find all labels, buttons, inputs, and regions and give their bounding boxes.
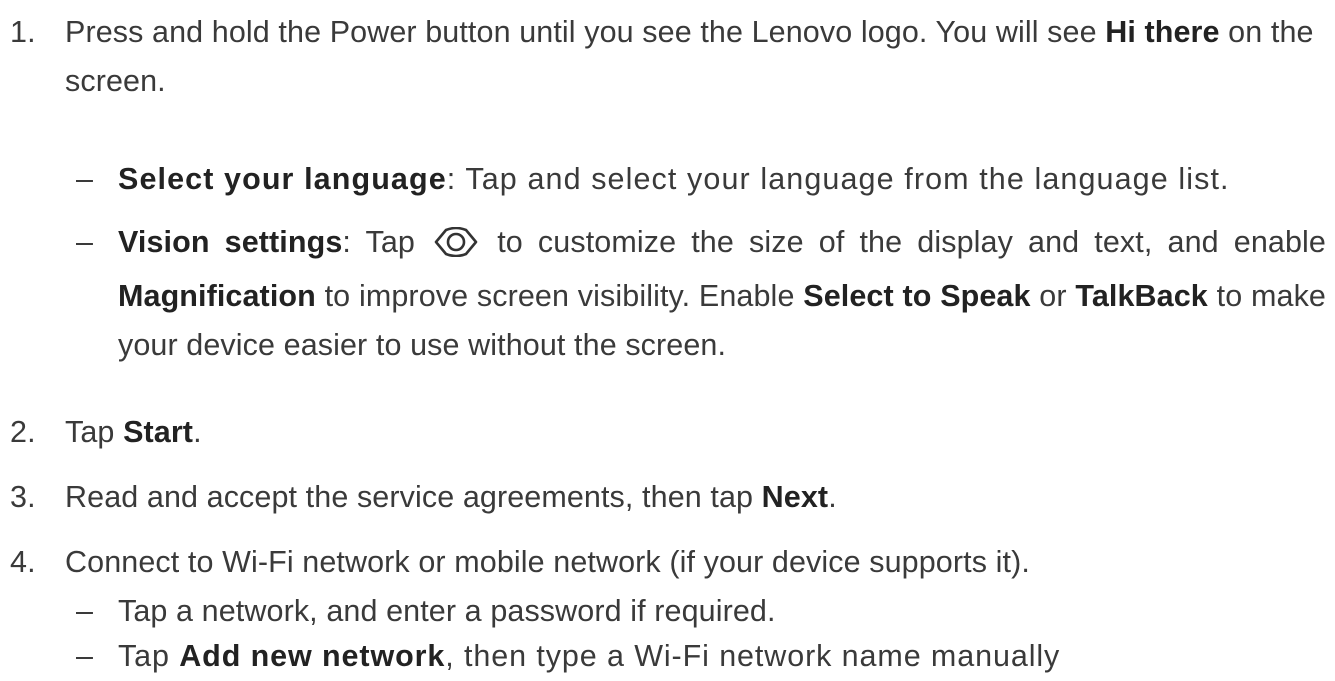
bold-run: Select to Speak [803, 279, 1031, 313]
bold-run: Magnification [118, 279, 316, 313]
text-run: , then type a Wi-Fi network name manuall… [445, 639, 1061, 673]
eye-icon [434, 223, 478, 272]
text-run: Tap [118, 639, 180, 673]
step-text: Connect to Wi-Fi network or mobile netwo… [65, 538, 1327, 587]
bold-run: Next [761, 480, 829, 514]
text-run: Read and accept the service agreements, … [65, 480, 762, 514]
bold-run: Add new network [179, 639, 446, 673]
dash-bullet: – [76, 639, 94, 673]
text-run: . [828, 480, 837, 514]
bold-run: Vision settings [118, 225, 343, 259]
step-text: Read and accept the service agreements, … [65, 473, 1327, 522]
substep-text: Select your language: Tap and select you… [118, 155, 1326, 204]
step-number: 2. [10, 415, 36, 449]
text-run: or [1030, 279, 1076, 313]
text-run: Press and hold the Power button until yo… [65, 15, 1106, 49]
step-text: Tap Start. [65, 408, 1327, 457]
step-number: 1. [10, 15, 36, 49]
dash-bullet: – [76, 225, 94, 259]
text-run: Tap a network, and enter a password if r… [118, 594, 776, 628]
substep-text: Tap Add new network, then type a Wi-Fi n… [118, 632, 1326, 681]
bold-run: Hi there [1105, 15, 1220, 49]
substep-text: Vision settings: Tap to customize the si… [118, 218, 1326, 370]
step-number: 4. [10, 545, 36, 579]
text-run: Tap [65, 415, 124, 449]
text-run: Connect to Wi-Fi network or mobile netwo… [65, 545, 1030, 579]
text-run: . [193, 415, 202, 449]
text-run: to customize the size of the display and… [482, 225, 1326, 259]
bold-run: Select your language [118, 162, 447, 196]
step-text: Press and hold the Power button until yo… [65, 8, 1327, 106]
text-run: : Tap [342, 225, 431, 259]
dash-bullet: – [76, 162, 94, 196]
substep-text: Tap a network, and enter a password if r… [118, 587, 1326, 636]
step-number: 3. [10, 480, 36, 514]
text-run: to improve screen visibility. Enable [315, 279, 804, 313]
bold-run: TalkBack [1075, 279, 1208, 313]
bold-run: Start [123, 415, 194, 449]
text-run: : Tap and select your language from the … [446, 162, 1230, 196]
dash-bullet: – [76, 594, 94, 628]
